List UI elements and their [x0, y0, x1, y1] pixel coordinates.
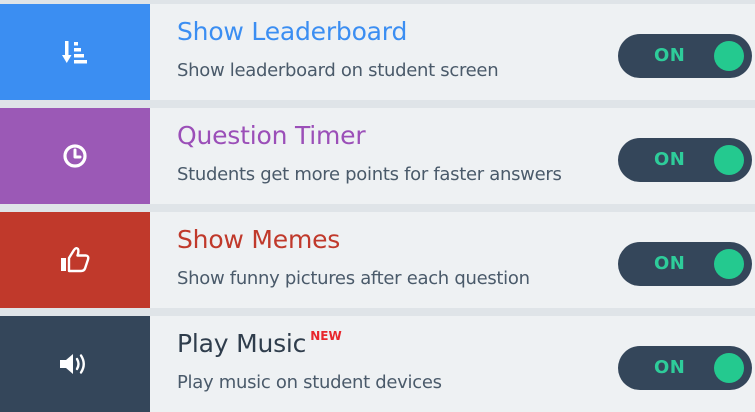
setting-row-music: Play Music NEW Play music on student devi… [0, 316, 755, 412]
memes-toggle[interactable]: ON [618, 242, 752, 286]
leaderboard-toggle[interactable]: ON [618, 34, 752, 78]
setting-title: Show Leaderboard [177, 17, 408, 46]
toggle-knob [714, 41, 744, 71]
setting-tile-question-timer [0, 108, 150, 204]
toggle-state-label: ON [654, 253, 686, 274]
setting-title: Show Memes [177, 225, 341, 254]
question-timer-toggle[interactable]: ON [618, 138, 752, 182]
setting-description: Show leaderboard on student screen [177, 60, 499, 81]
new-badge: NEW [310, 329, 342, 343]
toggle-state-label: ON [654, 45, 686, 66]
setting-row-leaderboard: Show Leaderboard Show leaderboard on stu… [0, 4, 755, 100]
thumbs-up-icon [60, 247, 90, 273]
setting-title: Play Music NEW [177, 329, 342, 358]
setting-tile-leaderboard [0, 4, 150, 100]
game-settings-list: Show Leaderboard Show leaderboard on stu… [0, 0, 755, 412]
setting-row-question-timer: Question Timer Students get more points … [0, 108, 755, 204]
setting-title: Question Timer [177, 121, 366, 150]
setting-title-text: Play Music [177, 329, 307, 358]
speaker-icon [59, 352, 91, 376]
setting-description: Play music on student devices [177, 372, 442, 393]
setting-description: Show funny pictures after each question [177, 268, 530, 289]
setting-row-memes: Show Memes Show funny pictures after eac… [0, 212, 755, 308]
toggle-knob [714, 145, 744, 175]
toggle-knob [714, 353, 744, 383]
clock-icon [62, 143, 88, 169]
toggle-state-label: ON [654, 149, 686, 170]
leaderboard-sort-icon [62, 39, 88, 65]
toggle-knob [714, 249, 744, 279]
setting-description: Students get more points for faster answ… [177, 164, 562, 185]
setting-tile-memes [0, 212, 150, 308]
setting-tile-music [0, 316, 150, 412]
toggle-state-label: ON [654, 357, 686, 378]
music-toggle[interactable]: ON [618, 346, 752, 390]
